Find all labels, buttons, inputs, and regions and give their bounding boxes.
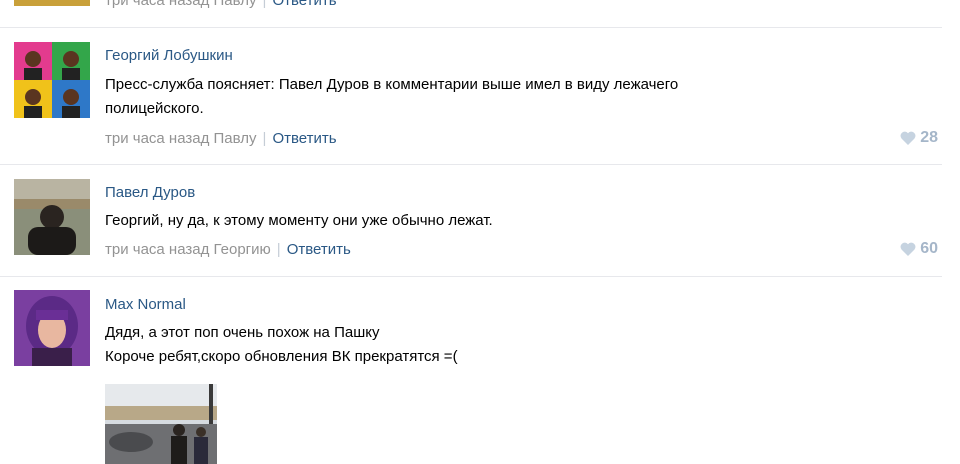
like-button[interactable]: 60 [900, 240, 938, 258]
comment-text-line: Короче ребят,скоро обновления ВК прекрат… [105, 348, 458, 365]
comment-time[interactable]: три часа назад Георгию [105, 241, 271, 258]
comment-partial: три часа назад Павлу | Ответить [0, 0, 960, 28]
like-count: 60 [920, 240, 938, 257]
attached-photo[interactable] [105, 384, 217, 464]
divider [0, 164, 942, 165]
comment-author[interactable]: Max Normal [105, 296, 186, 313]
heart-icon [900, 242, 916, 256]
comment-meta: три часа назад Георгию | Ответить [105, 241, 351, 258]
comment-text-line: Дядя, а этот поп очень похож на Пашку [105, 324, 380, 341]
reply-link[interactable]: Ответить [272, 0, 336, 9]
avatar[interactable] [14, 290, 90, 366]
comment-time[interactable]: три часа назад Павлу [105, 0, 257, 9]
comment-author[interactable]: Георгий Лобушкин [105, 47, 233, 64]
separator: | [276, 241, 281, 258]
comment-meta: три часа назад Павлу | Ответить [105, 130, 337, 147]
divider [0, 276, 942, 277]
comment-text-line: полицейского. [105, 100, 204, 117]
like-count: 28 [920, 129, 938, 146]
reply-link[interactable]: Ответить [272, 130, 336, 147]
comment-text: Дядя, а этот поп очень похож на Пашку Ко… [105, 321, 805, 369]
separator: | [262, 0, 267, 9]
comment-text-line: Пресс-служба поясняет: Павел Дуров в ком… [105, 76, 679, 93]
avatar[interactable] [14, 0, 90, 6]
divider [0, 27, 942, 28]
separator: | [262, 130, 267, 147]
avatar[interactable] [14, 42, 90, 118]
heart-icon [900, 131, 916, 145]
like-button[interactable]: 28 [900, 129, 938, 147]
comment-text-line: Георгий, ну да, к этому моменту они уже … [105, 212, 493, 229]
comment-author[interactable]: Павел Дуров [105, 184, 195, 201]
comment-meta: три часа назад Павлу | Ответить [105, 0, 337, 9]
comment-text: Пресс-служба поясняет: Павел Дуров в ком… [105, 73, 805, 121]
comment-time[interactable]: три часа назад Павлу [105, 130, 257, 147]
avatar[interactable] [14, 179, 90, 255]
comment-text: Георгий, ну да, к этому моменту они уже … [105, 209, 805, 233]
reply-link[interactable]: Ответить [287, 241, 351, 258]
